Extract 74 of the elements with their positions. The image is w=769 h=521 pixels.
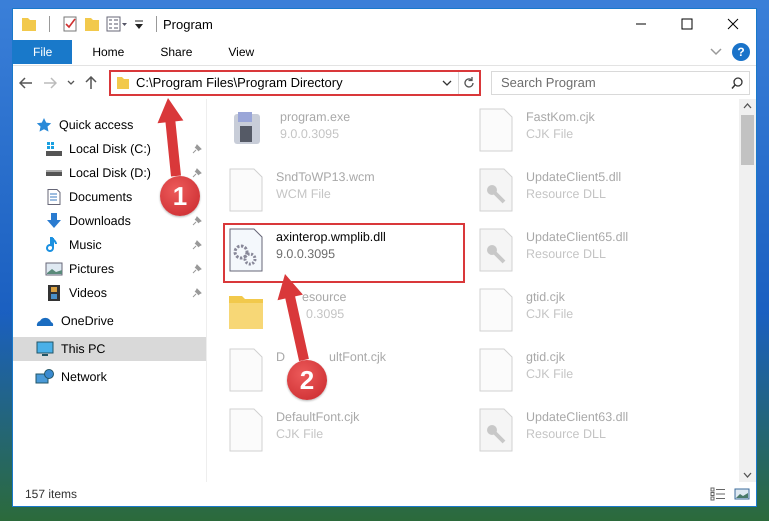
file-detail: CJK File	[526, 307, 574, 321]
search-icon[interactable]	[731, 76, 743, 88]
file-detail: 9.0.0.3095	[276, 247, 336, 261]
file-item[interactable]: axinterop.wmplib.dll 9.0.0.3095	[224, 224, 464, 282]
dropdown-caret-icon[interactable]	[442, 80, 452, 86]
download-arrow-icon	[45, 213, 63, 229]
file-detail: Resource DLL	[526, 427, 607, 441]
file-icon	[228, 168, 264, 212]
file-icon	[478, 288, 514, 332]
pin-icon[interactable]	[192, 216, 202, 226]
drive-icon	[45, 141, 63, 157]
file-icon	[478, 348, 514, 392]
refresh-icon[interactable]	[463, 76, 475, 88]
close-icon	[727, 18, 739, 30]
sidebar-item[interactable]: Pictures	[13, 257, 206, 281]
maximize-icon	[681, 18, 693, 30]
address-path: C:\Program Files\Program Directory	[136, 75, 344, 90]
sidebar-item[interactable]: Documents	[13, 185, 136, 209]
file-detail: Resource DLL	[526, 247, 607, 261]
drive-icon	[45, 170, 63, 176]
file-icon	[478, 108, 514, 152]
sidebar-item[interactable]: OneDrive	[13, 309, 206, 333]
window-title: Program	[163, 16, 214, 32]
sidebar-item[interactable]: This PC	[13, 337, 206, 361]
document-icon	[45, 189, 63, 205]
file-detail: 0.3095	[305, 307, 346, 321]
folder-icon	[116, 76, 130, 90]
file-icon	[228, 408, 264, 452]
file-icon	[228, 348, 264, 392]
key-file-icon	[478, 228, 514, 272]
checklist-icon[interactable]	[62, 16, 78, 32]
file-detail: CJK File	[526, 127, 574, 141]
pin-icon[interactable]	[192, 264, 202, 274]
ribbon-tab[interactable]: Home	[76, 40, 140, 64]
sidebar-item[interactable]: Local Disk (C:)	[13, 137, 206, 161]
up-arrow-icon[interactable]	[85, 76, 97, 90]
ribbon-tab[interactable]: View	[212, 40, 270, 64]
properties-icon[interactable]	[106, 16, 128, 32]
back-arrow-icon[interactable]	[19, 76, 33, 88]
pin-icon[interactable]	[192, 144, 202, 154]
gear-file-icon	[228, 228, 264, 272]
ribbon-tab[interactable]: File	[13, 40, 72, 64]
sidebar-item[interactable]: Network	[13, 365, 206, 389]
file-name[interactable]: axinterop.wmplib.dll	[276, 230, 386, 244]
help-button[interactable]: ?	[732, 43, 750, 61]
key-file-icon	[478, 408, 514, 452]
search-field[interactable]: Search Program	[491, 70, 750, 94]
network-icon	[35, 369, 55, 385]
star-icon	[35, 117, 53, 133]
vertical-scrollbar[interactable]	[739, 99, 756, 482]
film-icon	[45, 285, 63, 301]
sidebar-item[interactable]: Quick access	[13, 113, 206, 137]
pin-icon[interactable]	[192, 288, 202, 298]
scrollbar-thumb[interactable]	[741, 115, 754, 165]
file-detail: Resource DLL	[526, 187, 607, 201]
monitor-icon	[35, 341, 55, 357]
ribbon-tab[interactable]: Share	[144, 40, 208, 64]
details-view-icon[interactable]	[710, 487, 726, 501]
sidebar-item[interactable]: Music	[13, 233, 206, 257]
recent-locations-caret-icon[interactable]	[67, 80, 75, 86]
sidebar-item[interactable]: Videos	[13, 281, 206, 305]
pin-icon[interactable]	[192, 168, 202, 178]
file-detail: WCM File	[276, 187, 332, 201]
file-detail: CJK File	[276, 427, 324, 441]
address-bar[interactable]: C:\Program Files\Program Directory	[109, 70, 481, 96]
item-count: 157 items	[25, 487, 78, 501]
file-detail: 9.0.0.3095	[280, 127, 340, 141]
pin-icon[interactable]	[192, 240, 202, 250]
file-detail: CJK File	[526, 367, 574, 381]
large-icons-view-icon[interactable]	[734, 487, 750, 501]
picture-icon	[45, 261, 63, 277]
expand-ribbon-icon[interactable]	[710, 48, 722, 56]
key-file-icon	[478, 168, 514, 212]
search-placeholder: Search Program	[501, 75, 597, 90]
